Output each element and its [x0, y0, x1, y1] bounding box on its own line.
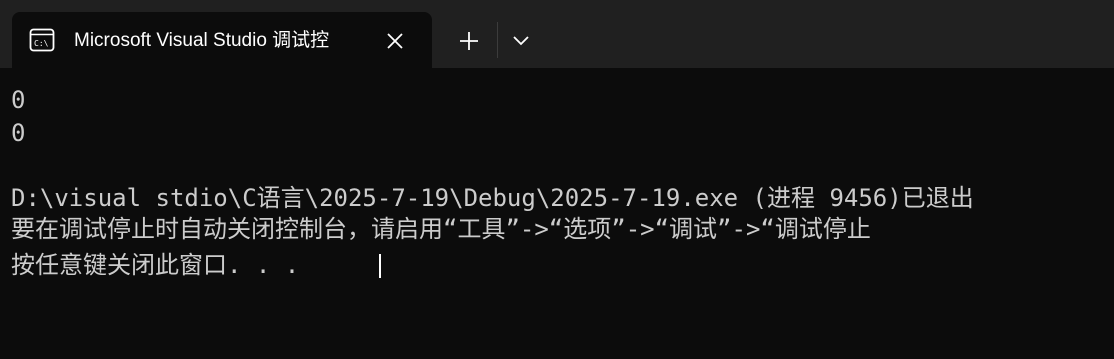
console-output[interactable]: 0 0 D:\visual stdio\C语言\2025-7-19\Debug\…	[0, 68, 1114, 359]
plus-icon	[460, 32, 478, 50]
svg-text:C:\: C:\	[34, 39, 49, 48]
terminal-window: C:\ Microsoft Visual Studio 调试控 0 0 D:\v…	[0, 0, 1114, 359]
console-line: 按任意键关闭此窗口. . .	[11, 251, 300, 279]
tab-active[interactable]: C:\ Microsoft Visual Studio 调试控	[12, 12, 432, 68]
console-line: 0	[11, 119, 26, 147]
tab-bar-divider	[497, 22, 498, 58]
text-cursor	[379, 254, 381, 278]
close-icon	[387, 33, 403, 49]
console-line: D:\visual stdio\C语言\2025-7-19\Debug\2025…	[11, 184, 974, 212]
tab-title: Microsoft Visual Studio 调试控	[74, 30, 330, 51]
tab-dropdown-button[interactable]	[507, 26, 535, 56]
chevron-down-icon	[513, 36, 529, 46]
console-icon: C:\	[29, 28, 55, 52]
tab-bar: C:\ Microsoft Visual Studio 调试控	[0, 0, 1114, 68]
tab-close-button[interactable]	[382, 28, 408, 54]
new-tab-button[interactable]	[454, 26, 484, 56]
console-line: 要在调试停止时自动关闭控制台，请启用“工具”->“选项”->“调试”->“调试停…	[11, 215, 871, 243]
console-line: 0	[11, 86, 26, 114]
